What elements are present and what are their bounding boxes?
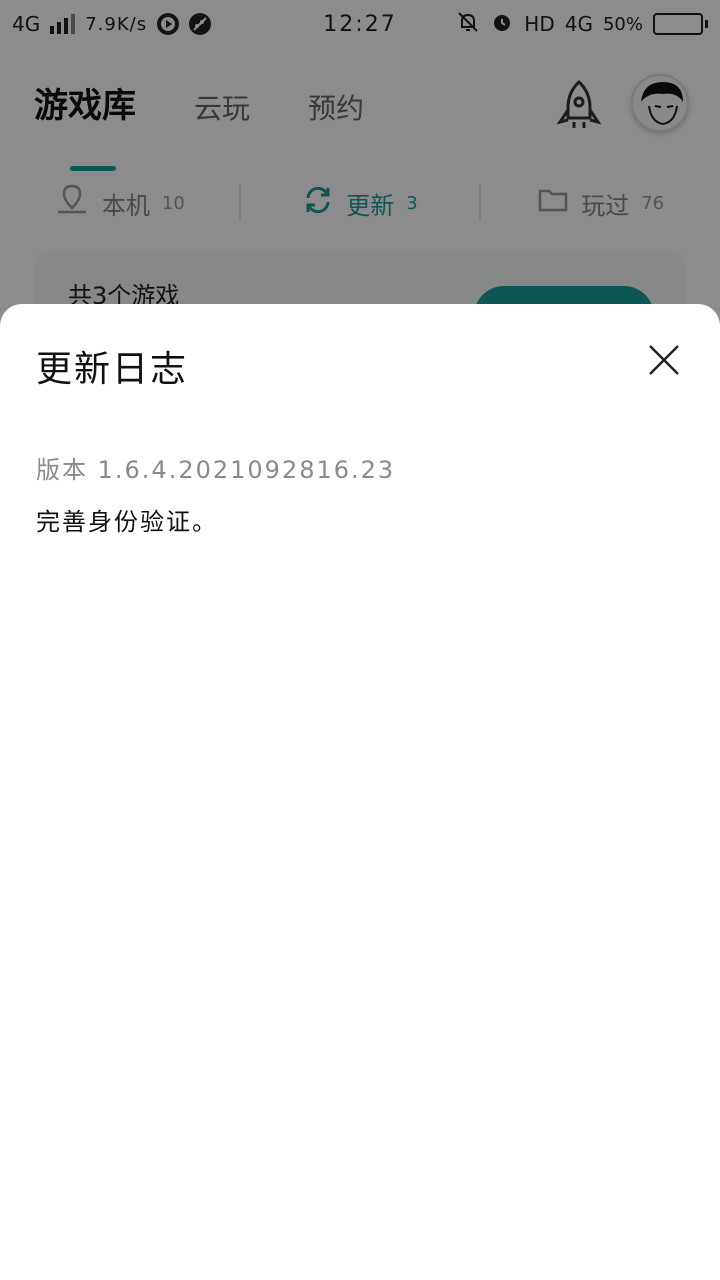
close-button[interactable] [642, 340, 686, 384]
version-text: 版本 1.6.4.2021092816.23 [36, 456, 396, 484]
changelog-text: 完善身份验证。 [36, 508, 218, 536]
changelog-sheet: 更新日志 版本 1.6.4.2021092816.23 完善身份验证。 [0, 304, 720, 1280]
close-icon [647, 343, 681, 381]
screen: 4G 7.9K/s 12:27 HD 4G 50% 游戏库 云玩 预约 本机 1… [0, 0, 720, 1280]
sheet-title: 更新日志 [36, 349, 189, 390]
